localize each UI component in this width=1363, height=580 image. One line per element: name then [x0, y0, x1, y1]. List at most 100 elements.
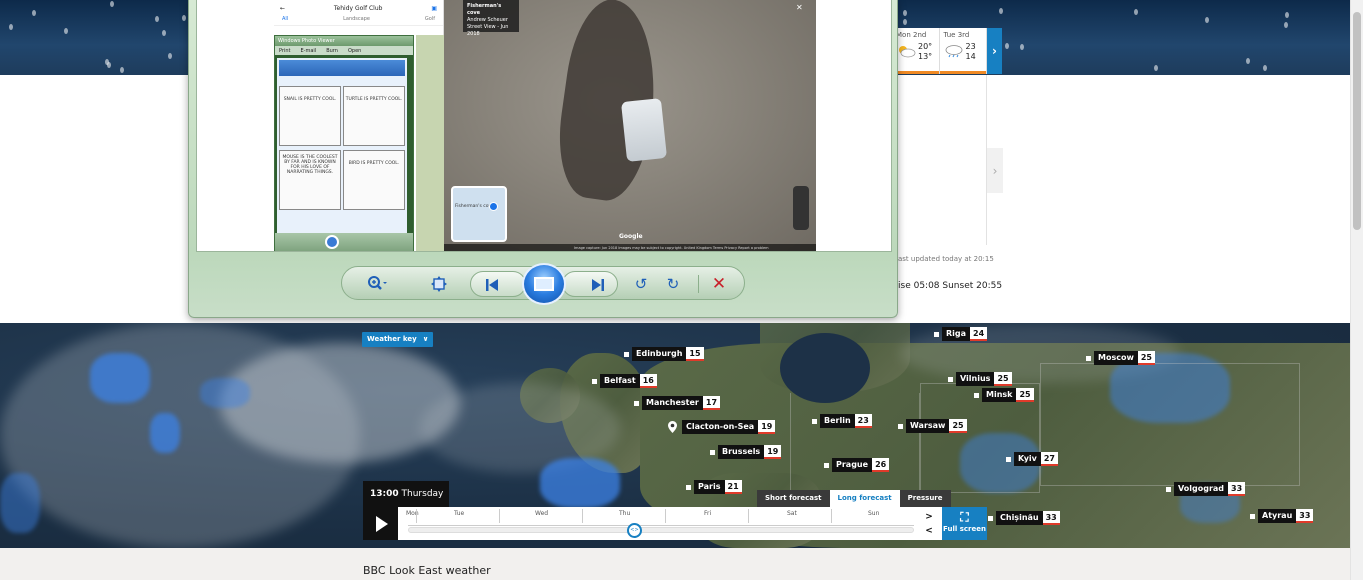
- fullscreen-button[interactable]: ⛶ Full screen: [942, 507, 987, 540]
- mini-title: Windows Photo Viewer: [275, 36, 413, 46]
- city-volgograd[interactable]: Volgograd 33: [1166, 482, 1246, 496]
- city-temp: 23: [854, 414, 872, 428]
- zoom-icon[interactable]: [364, 272, 390, 296]
- timeline-day: Tue: [454, 510, 465, 517]
- city-minsk[interactable]: Minsk 25: [974, 388, 1034, 402]
- step-forward-icon[interactable]: >: [916, 510, 942, 524]
- mini-menu-item: Print: [279, 47, 291, 54]
- photo-canvas: ← Tehidy Golf Club ▣ All Landscape Golf …: [196, 0, 892, 252]
- raindrop-decoration: [903, 19, 907, 25]
- phone-side-image: [416, 35, 444, 251]
- city-marker: [1166, 486, 1171, 492]
- city-berlin[interactable]: Berlin 23: [812, 414, 872, 428]
- city-temp: 25: [994, 372, 1012, 386]
- page-scrollbar[interactable]: [1350, 0, 1363, 580]
- city-clacton-on-sea[interactable]: Clacton-on-Sea 19: [668, 420, 776, 434]
- mini-photo-viewer: Windows Photo Viewer Print E-mail Burn O…: [274, 35, 414, 251]
- city-moscow[interactable]: Moscow 25: [1086, 351, 1155, 365]
- mini-menu-item: Burn: [326, 47, 338, 54]
- weather-key-label: Weather key: [367, 335, 417, 343]
- tab-pressure[interactable]: Pressure: [899, 490, 951, 507]
- rotate-left-icon[interactable]: ↺: [628, 272, 654, 296]
- timeline-divider: [582, 509, 583, 523]
- city-prague[interactable]: Prague 26: [824, 458, 890, 472]
- city-marker: [948, 376, 953, 382]
- scrollbar-thumb[interactable]: [1353, 12, 1361, 230]
- city-manchester[interactable]: Manchester 17: [634, 396, 721, 410]
- timeline-step-buttons[interactable]: > <: [916, 507, 942, 540]
- previous-button[interactable]: [470, 271, 526, 297]
- timeline-day: Wed: [535, 510, 549, 517]
- city-name: Brussels: [718, 445, 765, 459]
- timeline-track[interactable]: [408, 527, 914, 533]
- city-temp: 25: [1137, 351, 1155, 365]
- previous-icon: [486, 279, 498, 291]
- slideshow-button[interactable]: [522, 263, 566, 305]
- rotate-right-icon[interactable]: ↻: [660, 272, 686, 296]
- forecast-day-name: Tue 3rd: [943, 31, 970, 39]
- city-vilnius[interactable]: Vilnius 25: [948, 372, 1012, 386]
- timeline-divider: [416, 509, 417, 523]
- city-temp: 33: [1042, 511, 1060, 525]
- delete-icon[interactable]: ✕: [706, 272, 732, 296]
- map-mode-tabs: Short forecast Long forecast Pressure: [757, 490, 951, 507]
- timeline-handle[interactable]: <>: [627, 523, 642, 538]
- timeline-day: Thu: [619, 510, 631, 517]
- location-pin-icon: [489, 202, 498, 211]
- side-scroll-button[interactable]: ›: [987, 148, 1003, 193]
- street-view-card: Fisherman's cove Andrew Scheuer Street V…: [463, 0, 519, 37]
- city-edinburgh[interactable]: Edinburgh 15: [624, 347, 704, 361]
- city-marker: [974, 392, 979, 398]
- city-marker: [934, 331, 939, 337]
- rain-area: [200, 378, 250, 408]
- raindrop-decoration: [1005, 43, 1009, 49]
- mini-menu-item: E-mail: [300, 47, 317, 54]
- actual-size-icon[interactable]: [426, 272, 452, 296]
- forecast-next-button[interactable]: ›: [987, 28, 1002, 74]
- raindrop-decoration: [155, 16, 159, 22]
- comic-frame: BIRD IS PRETTY COOL.: [343, 150, 405, 210]
- forecast-temps: 23 14: [965, 42, 976, 61]
- city-warsaw[interactable]: Warsaw 25: [898, 419, 967, 433]
- time-day: Thursday: [401, 489, 444, 499]
- timeline-day: Fri: [704, 510, 712, 517]
- city-riga[interactable]: Riga 24: [934, 327, 988, 341]
- camera-icon: ▣: [431, 4, 437, 12]
- timeline-divider: [665, 509, 666, 523]
- raindrop-decoration: [32, 10, 36, 16]
- city-paris[interactable]: Paris 21: [686, 480, 742, 494]
- city-marker: [686, 484, 691, 490]
- play-button[interactable]: [363, 507, 398, 540]
- next-button[interactable]: [562, 271, 618, 297]
- city-chisinau[interactable]: Chișinău 33: [988, 511, 1060, 525]
- tab-long-forecast[interactable]: Long forecast: [829, 490, 900, 507]
- phone-tab: Golf: [424, 16, 435, 22]
- city-temp: 27: [1040, 452, 1058, 466]
- city-atyrau[interactable]: Atyrau 33: [1250, 509, 1314, 523]
- step-back-icon[interactable]: <: [916, 524, 942, 538]
- comic-frame: TURTLE IS PRETTY COOL.: [343, 86, 405, 146]
- forecast-temp-bar: [939, 71, 986, 74]
- raindrop-decoration: [64, 28, 68, 34]
- tab-short-forecast[interactable]: Short forecast: [757, 490, 830, 507]
- fullscreen-label: Full screen: [943, 525, 986, 533]
- city-name: Paris: [694, 480, 725, 494]
- street-view-image: Fisherman's cove Andrew Scheuer Street V…: [444, 0, 816, 251]
- weather-key-button[interactable]: Weather key ∨: [362, 332, 434, 347]
- forecast-day-mon[interactable]: Mon 2nd 20° 13°: [892, 28, 940, 74]
- timeline-divider: [499, 509, 500, 523]
- phone-title: Tehidy Golf Club: [333, 4, 383, 12]
- mini-play-icon: [325, 235, 339, 249]
- forecast-day-tue[interactable]: Tue 3rd 23 14: [939, 28, 987, 74]
- city-name: Prague: [832, 458, 873, 472]
- city-brussels[interactable]: Brussels 19: [710, 445, 782, 459]
- street-view-tools: [793, 186, 809, 230]
- city-kyiv[interactable]: Kyiv 27: [1006, 452, 1058, 466]
- raindrop-decoration: [1246, 58, 1250, 64]
- photo-viewer-window[interactable]: ← Tehidy Golf Club ▣ All Landscape Golf …: [188, 0, 898, 318]
- timeline-slider[interactable]: Mon Tue Wed Thu Fri Sat Sun <>: [398, 507, 916, 540]
- city-belfast[interactable]: Belfast 16: [592, 374, 657, 388]
- comic-frame: MOUSE IS THE COOLEST BY FAR AND IS KNOWN…: [279, 150, 341, 210]
- phone-tabs: All Landscape Golf: [274, 16, 443, 26]
- sv-card-date: Street View - Jun 2018: [467, 24, 509, 37]
